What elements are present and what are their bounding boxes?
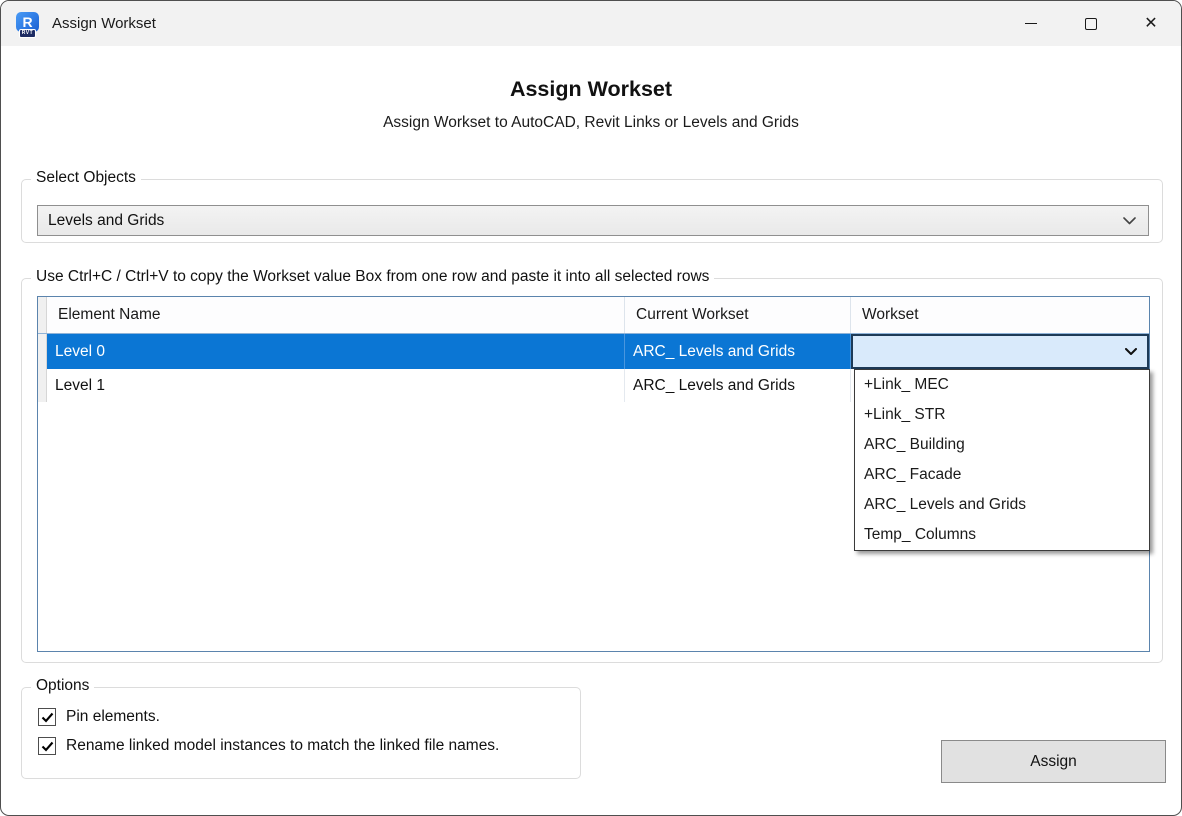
cell-element-name[interactable]: Level 1	[47, 369, 625, 402]
table-row-level-0[interactable]: Level 0 ARC_ Levels and Grids	[38, 334, 1149, 369]
chevron-down-icon	[1123, 217, 1136, 225]
checkmark-icon	[41, 712, 54, 723]
dropdown-option[interactable]: ARC_ Building	[855, 430, 1149, 460]
window-controls: ✕	[1001, 1, 1181, 46]
cell-element-name[interactable]: Level 0	[47, 334, 625, 369]
chevron-down-icon	[1125, 348, 1137, 356]
checkmark-icon	[41, 741, 54, 752]
cell-current-workset[interactable]: ARC_ Levels and Grids	[625, 334, 851, 369]
dropdown-option[interactable]: +Link_ STR	[855, 400, 1149, 430]
dropdown-option[interactable]: +Link_ MEC	[855, 370, 1149, 400]
revit-app-icon: R RVT	[16, 10, 40, 38]
select-objects-group: Select Objects Levels and Grids	[21, 179, 1163, 243]
row-header[interactable]	[38, 369, 47, 402]
select-objects-dropdown[interactable]: Levels and Grids	[37, 205, 1149, 236]
workset-table: Element Name Current Workset Workset Lev…	[37, 296, 1150, 652]
close-icon: ✕	[1144, 16, 1157, 32]
select-objects-label: Select Objects	[31, 169, 141, 187]
dropdown-option[interactable]: ARC_ Facade	[855, 460, 1149, 490]
maximize-icon	[1085, 18, 1097, 30]
column-header-element-name[interactable]: Element Name	[47, 297, 625, 333]
cell-workset	[851, 334, 1149, 369]
table-header-row: Element Name Current Workset Workset	[38, 297, 1149, 334]
checkbox-checked[interactable]	[38, 708, 56, 726]
checkbox-label: Rename linked model instances to match t…	[66, 737, 499, 755]
select-objects-value: Levels and Grids	[48, 212, 164, 230]
cell-current-workset[interactable]: ARC_ Levels and Grids	[625, 369, 851, 402]
dropdown-option[interactable]: ARC_ Levels and Grids	[855, 490, 1149, 520]
pin-elements-checkbox-row[interactable]: Pin elements.	[38, 708, 160, 726]
revit-logo-badge: RVT	[19, 29, 36, 38]
checkbox-label: Pin elements.	[66, 708, 160, 726]
checkbox-checked[interactable]	[38, 737, 56, 755]
page-title: Assign Workset	[1, 77, 1181, 102]
options-group: Options Pin elements. Rename linked mode…	[21, 687, 581, 779]
titlebar: R RVT Assign Workset ✕	[1, 1, 1181, 46]
workset-dropdown-list: +Link_ MEC +Link_ STR ARC_ Building ARC_…	[854, 369, 1150, 551]
assign-button[interactable]: Assign	[941, 740, 1166, 783]
maximize-button[interactable]	[1061, 1, 1121, 46]
window-title: Assign Workset	[52, 15, 156, 32]
row-header-spacer	[38, 297, 47, 333]
assign-workset-dialog: R RVT Assign Workset ✕ Assign Workset As…	[0, 0, 1182, 816]
minimize-button[interactable]	[1001, 1, 1061, 46]
row-header[interactable]	[38, 334, 47, 369]
workset-table-group: Use Ctrl+C / Ctrl+V to copy the Workset …	[21, 278, 1163, 663]
options-label: Options	[31, 677, 94, 695]
rename-instances-checkbox-row[interactable]: Rename linked model instances to match t…	[38, 737, 499, 755]
close-button[interactable]: ✕	[1121, 1, 1181, 46]
page-subtitle: Assign Workset to AutoCAD, Revit Links o…	[1, 114, 1181, 132]
dropdown-option[interactable]: Temp_ Columns	[855, 520, 1149, 550]
column-header-workset[interactable]: Workset	[851, 297, 1149, 333]
workset-table-group-label: Use Ctrl+C / Ctrl+V to copy the Workset …	[31, 268, 714, 286]
column-header-current-workset[interactable]: Current Workset	[625, 297, 851, 333]
minimize-icon	[1025, 23, 1037, 24]
workset-cell-combobox[interactable]	[851, 334, 1149, 369]
